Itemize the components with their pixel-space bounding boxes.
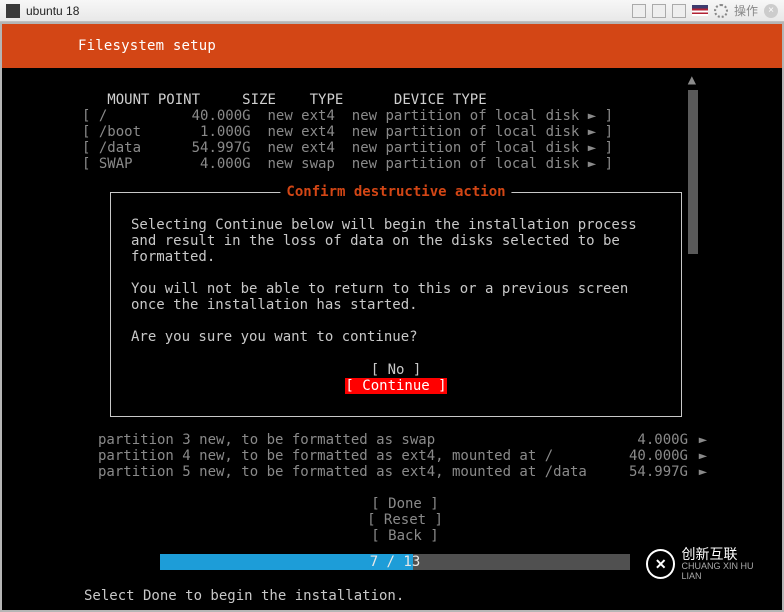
titlebar-control-icon[interactable] [632,4,646,18]
table-row[interactable]: partition 5 new, to be formatted as ext4… [98,464,712,480]
scroll-up-indicator: ▲ [688,72,696,88]
partition-list: partition 3 new, to be formatted as swap… [98,432,712,545]
flag-icon[interactable] [692,5,708,16]
dialog-title: Confirm destructive action [280,184,511,200]
page-title: Filesystem setup [78,38,216,54]
titlebar-control-icon[interactable] [672,4,686,18]
titlebar-control-icon[interactable] [652,4,666,18]
confirm-dialog: Confirm destructive action Selecting Con… [110,192,682,417]
action-menu[interactable]: 操作 [734,2,758,19]
progress-bar: 7 / 13 [160,554,630,570]
continue-button[interactable]: [ Continue ] [345,378,446,394]
dialog-text: Are you sure you want to continue? [131,329,661,345]
dialog-text: Selecting Continue below will begin the … [131,217,661,265]
close-icon[interactable]: × [764,4,778,18]
header-bar: Filesystem setup [2,24,782,68]
table-header: MOUNT POINT SIZE TYPE DEVICE TYPE [82,92,487,108]
chevron-right-icon: ► [694,432,712,448]
titlebar: ubuntu 18 操作 × [0,0,784,22]
footer-hint: Select Done to begin the installation. [84,588,404,604]
scrollbar-thumb[interactable] [688,90,698,144]
watermark: ✕ 创新互联 CHUANG XIN HU LIAN [638,542,782,586]
dialog-text: You will not be able to return to this o… [131,281,661,313]
chevron-right-icon: ► [694,448,712,464]
back-button[interactable]: [ Back ] [98,528,712,544]
chevron-right-icon: ► [694,464,712,480]
filesystem-table: MOUNT POINT SIZE TYPE DEVICE TYPE [ / 40… [82,92,782,172]
scrollbar-thumb[interactable] [688,144,698,254]
progress-text: 7 / 13 [370,554,421,570]
gear-icon[interactable] [714,4,728,18]
no-button[interactable]: [ No ] [131,362,661,378]
table-row[interactable]: partition 3 new, to be formatted as swap… [98,432,712,448]
watermark-logo-icon: ✕ [646,549,675,579]
reset-button[interactable]: [ Reset ] [98,512,712,528]
done-button[interactable]: [ Done ] [98,496,712,512]
vm-name: ubuntu 18 [26,4,79,18]
vm-icon [6,4,20,18]
console: Filesystem setup ▲ MOUNT POINT SIZE TYPE… [2,24,782,610]
table-row[interactable]: partition 4 new, to be formatted as ext4… [98,448,712,464]
